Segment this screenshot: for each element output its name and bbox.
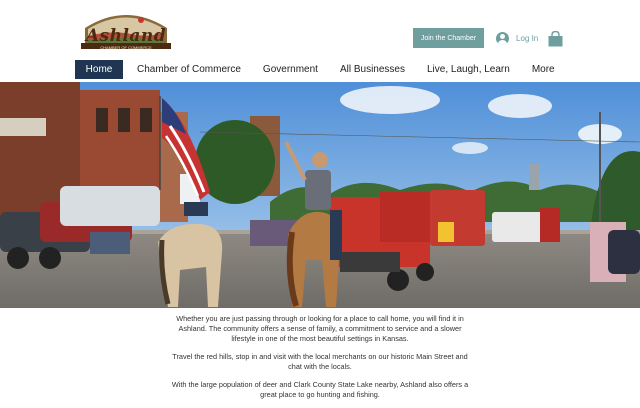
hero-image (0, 82, 640, 308)
intro-paragraph: Whether you are just passing through or … (176, 314, 464, 343)
nav-item-live-laugh-learn[interactable]: Live, Laugh, Learn (427, 60, 510, 79)
site-logo[interactable]: Ashland CHAMBER OF COMMERCE (81, 8, 171, 52)
main-nav: Home Chamber of Commerce Government All … (75, 60, 555, 79)
intro-paragraph: With the large population of deer and Cl… (171, 380, 469, 399)
nav-item-government[interactable]: Government (263, 60, 318, 79)
user-avatar-icon (496, 31, 509, 45)
logo-subtitle: CHAMBER OF COMMERCE (100, 45, 152, 50)
login-label: Log In (516, 33, 539, 43)
intro-text: Whether you are just passing through or … (170, 314, 470, 408)
nav-item-more[interactable]: More (532, 60, 555, 79)
intro-paragraph: Travel the red hills, stop in and visit … (172, 352, 468, 371)
nav-item-chamber-of-commerce[interactable]: Chamber of Commerce (137, 60, 241, 79)
nav-item-home[interactable]: Home (75, 60, 123, 79)
nav-item-all-businesses[interactable]: All Businesses (340, 60, 405, 79)
parade-photo (0, 82, 640, 308)
login-link[interactable]: Log In (496, 30, 538, 46)
site-header: Ashland CHAMBER OF COMMERCE Join the Cha… (0, 0, 640, 60)
logo-text: Ashland (85, 26, 167, 46)
join-chamber-button[interactable]: Join the Chamber (413, 28, 484, 48)
shopping-bag-icon[interactable] (548, 31, 563, 47)
